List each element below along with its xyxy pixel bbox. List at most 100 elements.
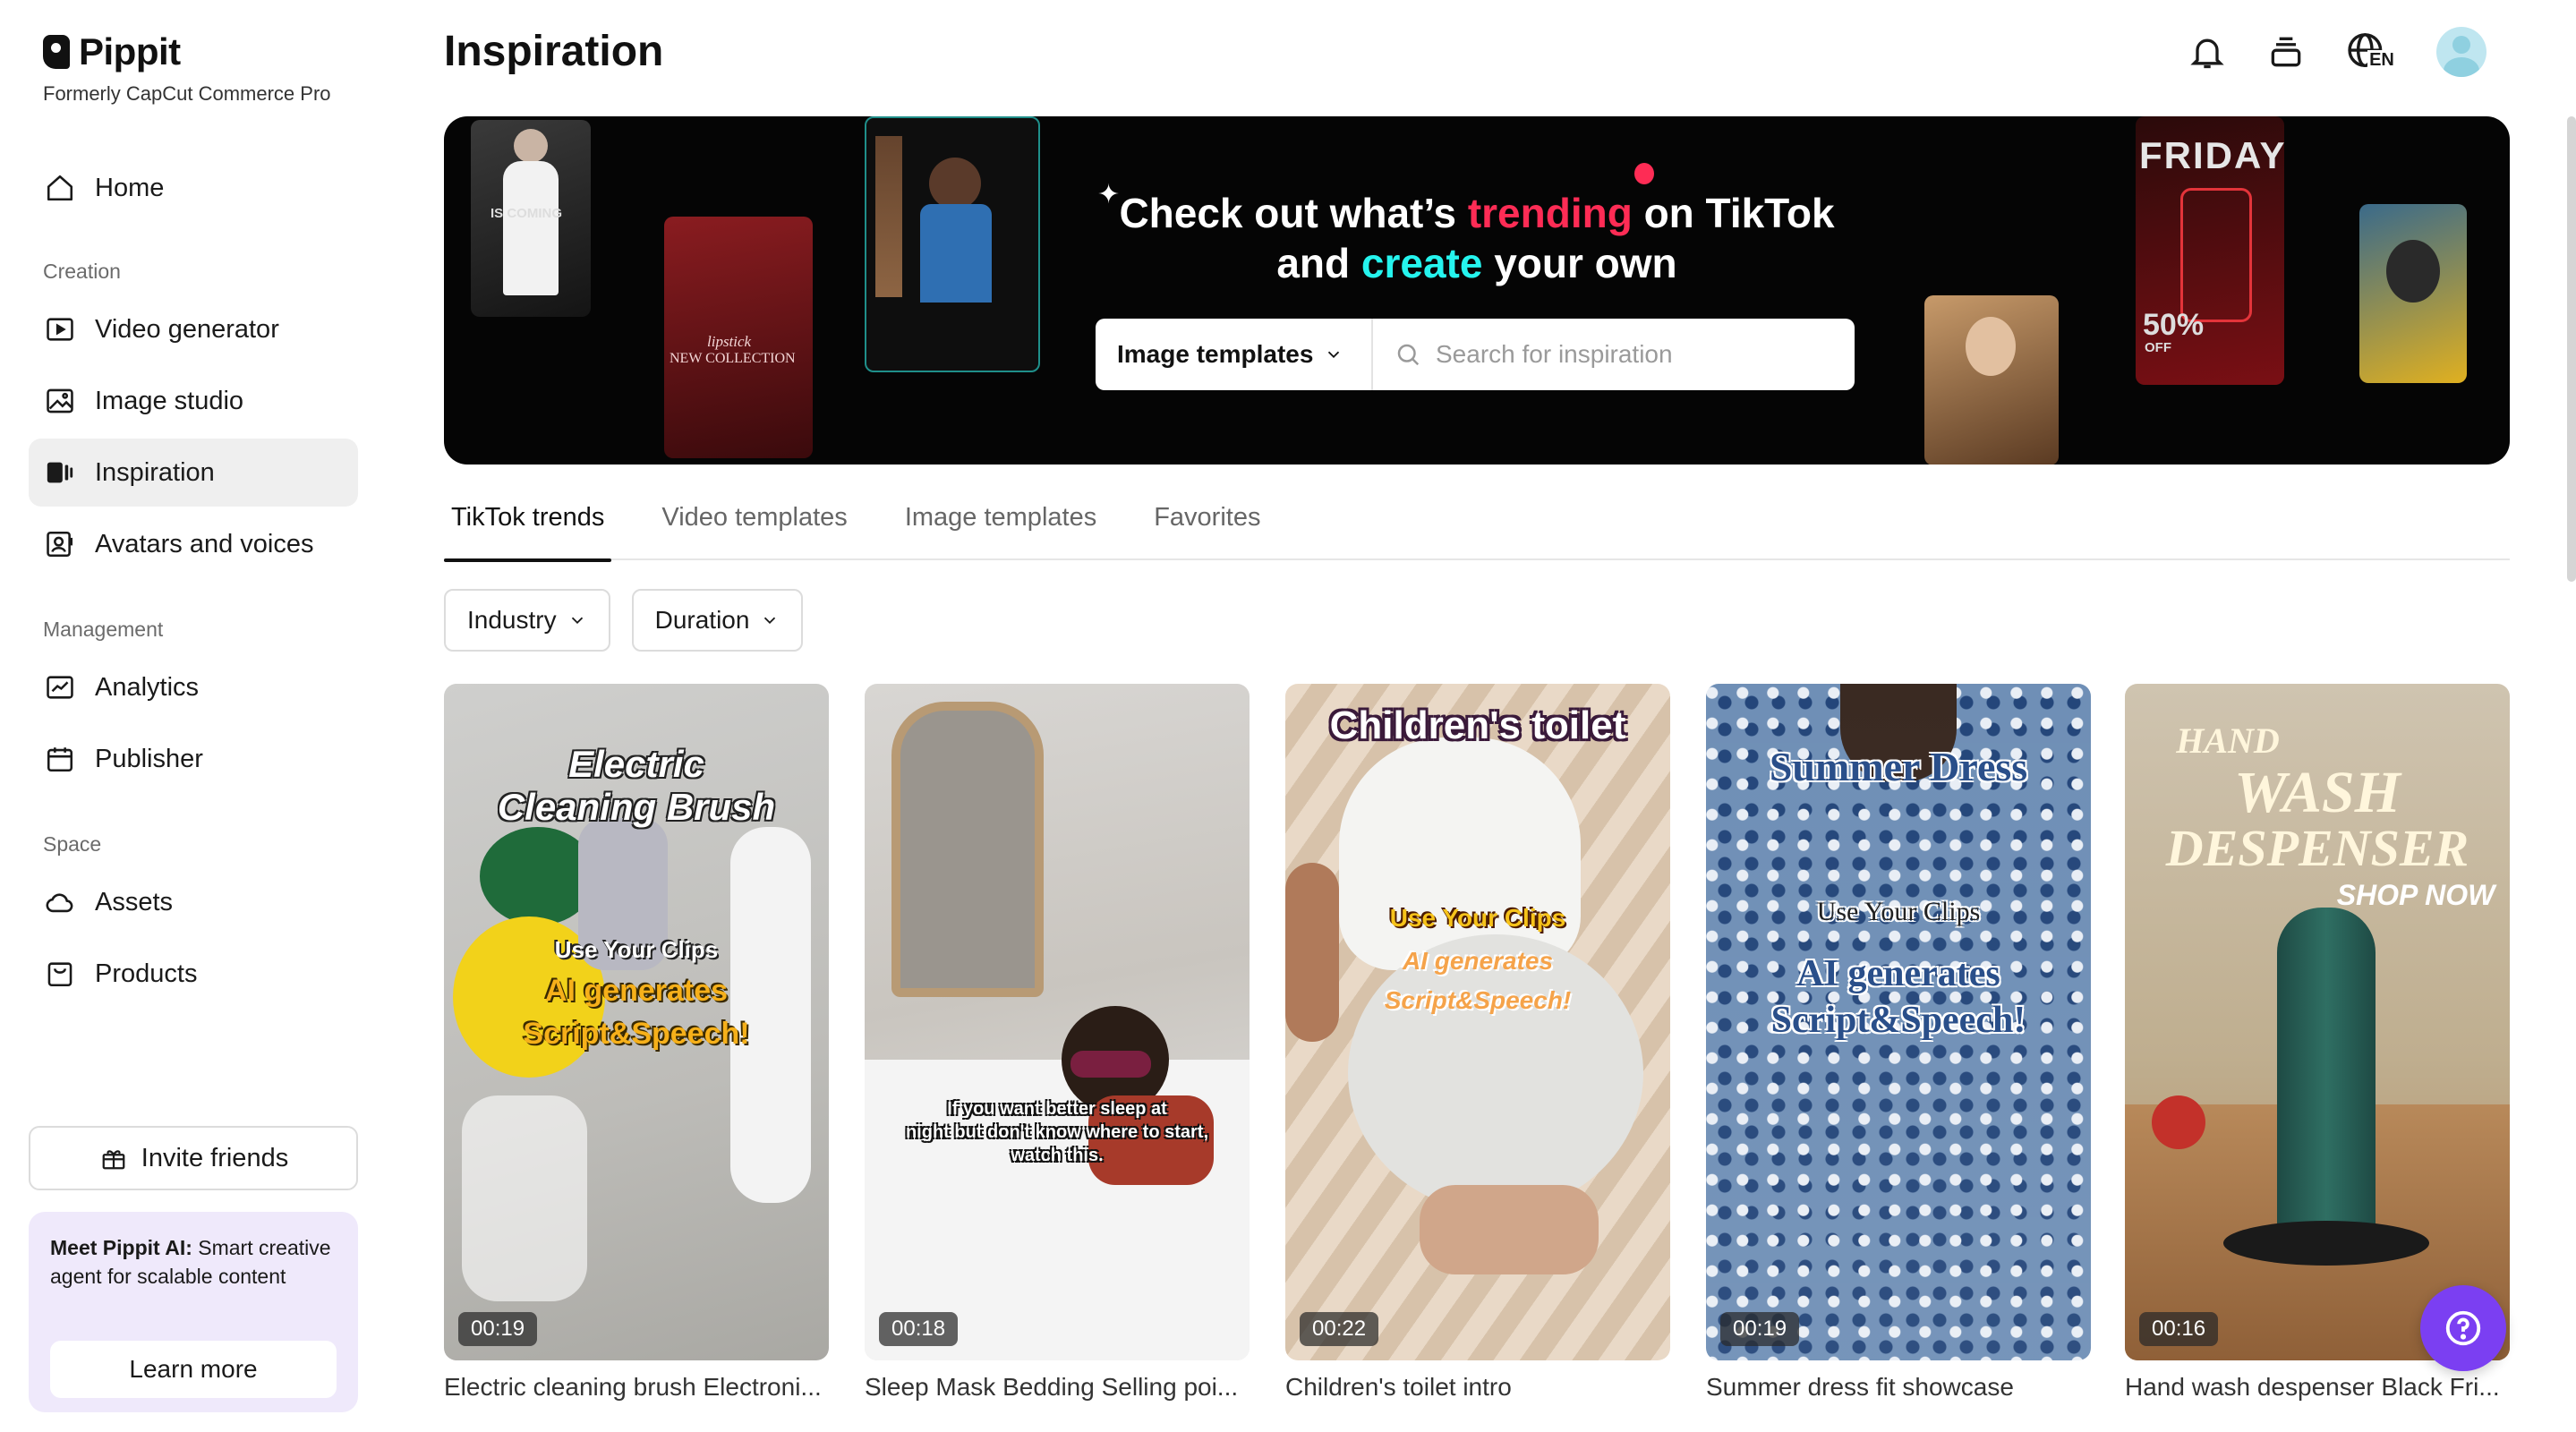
sidebar-item-publisher[interactable]: Publisher <box>29 725 358 793</box>
language-button[interactable]: EN <box>2343 30 2401 73</box>
card-overlay-title: Summer Dress <box>1769 744 2028 789</box>
template-card[interactable]: Electric Cleaning Brush Use Your Clips A… <box>444 684 829 1402</box>
sidebar-item-label: Image studio <box>95 386 244 415</box>
tab-image-templates[interactable]: Image templates <box>898 499 1104 560</box>
sidebar-item-assets[interactable]: Assets <box>29 868 358 936</box>
card-overlay-title: Cleaning Brush <box>497 786 776 828</box>
tab-tiktok-trends[interactable]: TikTok trends <box>444 499 612 562</box>
card-title: Hand wash despenser Black Fri... <box>2125 1373 2500 1401</box>
filter-label: Industry <box>467 606 557 634</box>
card-title: Sleep Mask Bedding Selling poi... <box>865 1373 1239 1401</box>
hero-banner: IS COMING lipstick NEW COLLECTION FRIDAY… <box>444 116 2510 465</box>
page-title: Inspiration <box>444 28 664 75</box>
stack-icon[interactable] <box>2265 30 2307 73</box>
top-toolbar: EN <box>2186 27 2486 77</box>
card-overlay-text: SHOP NOW <box>2336 879 2495 911</box>
tab-favorites[interactable]: Favorites <box>1147 499 1267 560</box>
chevron-down-icon <box>1328 351 1340 359</box>
learn-more-button[interactable]: Learn more <box>50 1341 337 1398</box>
card-overlay-text: Script&Speech! <box>523 1017 750 1051</box>
sidebar-item-products[interactable]: Products <box>29 940 358 1008</box>
sidebar-item-home[interactable]: Home <box>29 154 358 222</box>
bag-icon <box>45 959 75 989</box>
sidebar-item-label: Products <box>95 959 198 988</box>
promo-card: Meet Pippit AI: Smart creative agent for… <box>29 1212 358 1412</box>
card-title: Summer dress fit showcase <box>1706 1373 2014 1401</box>
duration-badge: 00:18 <box>879 1312 959 1346</box>
inspiration-icon <box>45 457 75 488</box>
template-type-select[interactable]: Image templates <box>1096 319 1373 390</box>
language-label: EN <box>2367 49 2396 71</box>
hero-thumb-text: NEW COLLECTION <box>670 351 796 366</box>
invite-friends-button[interactable]: Invite friends <box>29 1126 358 1190</box>
sidebar-item-label: Assets <box>95 887 174 916</box>
tab-video-templates[interactable]: Video templates <box>654 499 854 560</box>
avatar[interactable] <box>2436 27 2486 77</box>
search-field <box>1373 340 1855 369</box>
template-card[interactable]: Children's toilet Use Your Clips AI gene… <box>1285 684 1670 1402</box>
video-generator-icon <box>45 314 75 345</box>
card-overlay-title: HAND <box>2176 720 2280 761</box>
section-creation: Creation <box>43 260 121 283</box>
template-card[interactable]: If you want better sleep at night but do… <box>865 684 1250 1402</box>
sidebar-item-label: Analytics <box>95 672 200 702</box>
template-grid: Electric Cleaning Brush Use Your Clips A… <box>444 684 2510 1432</box>
card-title: Electric cleaning brush Electroni... <box>444 1373 822 1401</box>
card-overlay-text: AI generates <box>1402 947 1554 975</box>
sidebar-item-label: Inspiration <box>95 457 215 487</box>
filter-label: Duration <box>654 606 750 634</box>
brand[interactable]: Pippit <box>43 30 181 73</box>
chevron-down-icon <box>571 617 583 625</box>
duration-badge: 00:19 <box>458 1312 538 1346</box>
bell-icon[interactable] <box>2186 30 2229 73</box>
search-input[interactable] <box>1436 340 1830 369</box>
hero-search-bar: Image templates <box>1096 319 1855 390</box>
sidebar-item-inspiration[interactable]: Inspiration <box>29 439 358 507</box>
sidebar-item-label: Publisher <box>95 744 203 773</box>
template-type-value: Image templates <box>1117 340 1314 368</box>
page-scrollbar[interactable] <box>2567 116 2576 582</box>
card-overlay-text: Script&Speech! <box>1384 986 1572 1014</box>
calendar-icon <box>45 744 75 774</box>
analytics-icon <box>45 672 75 703</box>
duration-filter[interactable]: Duration <box>631 589 804 652</box>
sidebar-item-image-studio[interactable]: Image studio <box>29 367 358 435</box>
content-tabs: TikTok trends Video templates Image temp… <box>444 499 2510 562</box>
card-overlay-text: Use Your Clips <box>1816 897 1981 926</box>
hero-thumb-portrait <box>1924 295 2059 465</box>
duration-badge: 00:19 <box>1720 1312 1800 1346</box>
sidebar-item-analytics[interactable]: Analytics <box>29 653 358 721</box>
hero-thumb-text: 50% <box>2143 308 2205 342</box>
card-overlay-text: AI generates <box>544 974 729 1008</box>
card-overlay-text: Use Your Clips <box>554 936 719 963</box>
card-overlay-title: WASH <box>2234 760 2401 825</box>
card-overlay-text: If you want better sleep at <box>947 1099 1167 1119</box>
sidebar: Pippit Formerly CapCut Commerce Pro Home… <box>0 0 376 1432</box>
hero-thumb-text: lipstick <box>707 333 752 350</box>
sidebar-item-label: Video generator <box>95 314 279 344</box>
sidebar-item-avatars-and-voices[interactable]: Avatars and voices <box>29 510 358 578</box>
sidebar-item-video-generator[interactable]: Video generator <box>29 295 358 363</box>
pippit-logo-icon <box>43 35 70 69</box>
card-overlay-text: Script&Speech! <box>1770 1000 2026 1041</box>
card-title: Children's toilet intro <box>1285 1373 1512 1401</box>
card-overlay-title: DESPENSER <box>2165 819 2469 877</box>
section-space: Space <box>43 832 102 856</box>
avatar-icon <box>45 529 75 559</box>
brand-name: Pippit <box>79 30 181 72</box>
sidebar-item-label: Avatars and voices <box>95 529 314 558</box>
question-icon <box>2445 1310 2481 1346</box>
card-overlay-text: Use Your Clips <box>1389 904 1566 932</box>
template-card[interactable]: Summer Dress Use Your Clips AI generates… <box>1706 684 2091 1402</box>
cloud-icon <box>45 887 75 917</box>
image-studio-icon <box>45 386 75 416</box>
card-thumbnail: If you want better sleep at night but do… <box>865 684 1250 1360</box>
card-overlay-title: Children's toilet <box>1329 703 1626 747</box>
drop-icon <box>1634 163 1654 184</box>
help-button[interactable] <box>2420 1285 2506 1371</box>
section-management: Management <box>43 618 164 641</box>
promo-text: Meet Pippit AI: Smart creative agent for… <box>50 1236 331 1288</box>
industry-filter[interactable]: Industry <box>444 589 610 652</box>
gift-icon <box>98 1143 129 1173</box>
hero-headline: Check out what’s trending on TikTok and … <box>1119 190 1835 286</box>
